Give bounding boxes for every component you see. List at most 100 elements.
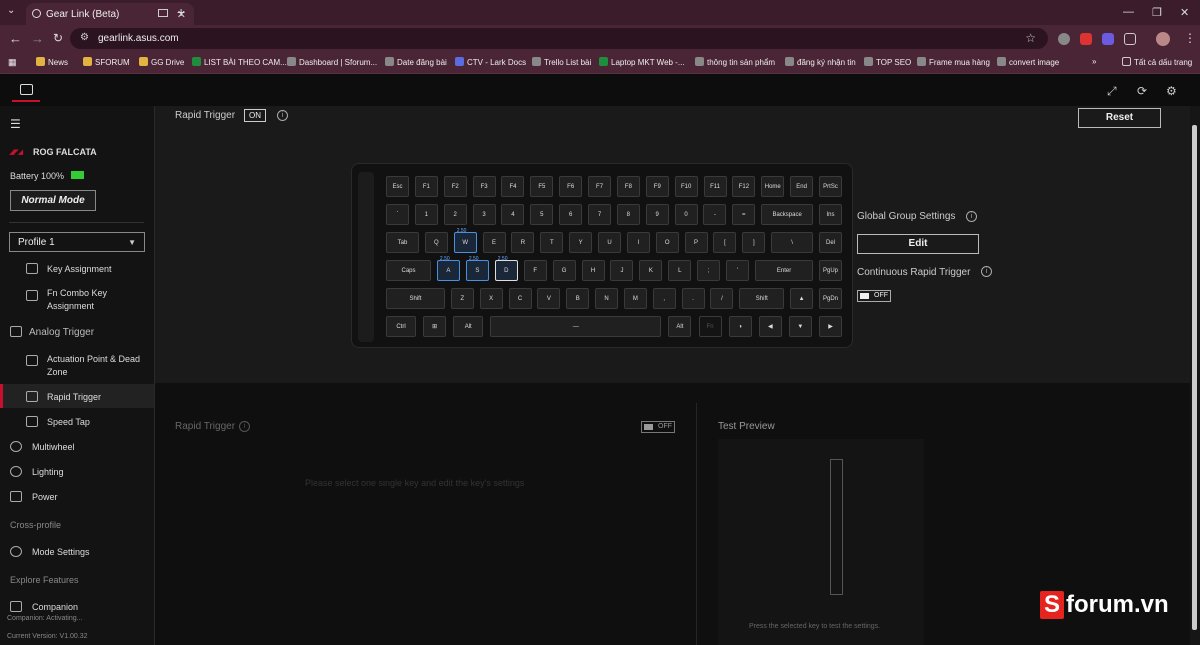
key-2[interactable]: 2 xyxy=(443,204,467,225)
bookmark-item[interactable]: Laptop MKT Web -... xyxy=(599,57,685,67)
info-icon[interactable]: i xyxy=(239,421,250,432)
more-bookmarks-icon[interactable]: » xyxy=(1092,57,1096,66)
bookmark-item[interactable]: CTV - Lark Docs xyxy=(455,57,526,67)
browser-menu-icon[interactable]: ⋮ xyxy=(1184,31,1196,45)
extension-icon[interactable] xyxy=(1102,33,1114,45)
key-enter[interactable]: Enter xyxy=(755,260,814,281)
key-prtsc[interactable]: PrtSc xyxy=(819,176,842,197)
key-alt[interactable]: Alt xyxy=(453,316,484,337)
key-y[interactable]: Y xyxy=(569,232,593,253)
key-v[interactable]: V xyxy=(537,288,561,309)
key-8[interactable]: 8 xyxy=(616,204,640,225)
key-f11[interactable]: F11 xyxy=(703,176,727,197)
key-alt[interactable]: Alt xyxy=(668,316,692,337)
key-[interactable]: ' xyxy=(726,260,750,281)
bookmark-item[interactable]: đăng ký nhận tin xyxy=(785,57,856,67)
key-[interactable]: ▶ xyxy=(819,316,842,337)
key-s[interactable]: 2.50 S xyxy=(465,256,489,281)
key-end[interactable]: End xyxy=(790,176,814,197)
key-[interactable]: ▲ xyxy=(790,288,814,309)
key-1[interactable]: 1 xyxy=(414,204,438,225)
key-f3[interactable]: F3 xyxy=(472,176,496,197)
tab-search-icon[interactable]: ⌄ xyxy=(7,5,15,16)
sidebar-item-speed-tap[interactable]: Speed Tap xyxy=(26,416,90,427)
key-6[interactable]: 6 xyxy=(559,204,583,225)
key-pgup[interactable]: PgUp xyxy=(819,260,842,281)
key-c[interactable]: C xyxy=(508,288,532,309)
bookmark-item[interactable]: TOP SEO xyxy=(864,57,911,67)
key-o[interactable]: O xyxy=(655,232,679,253)
sidebar-item-actuation[interactable]: Actuation Point & Dead Zone xyxy=(26,353,147,379)
continuous-rt-toggle[interactable]: OFF xyxy=(857,290,891,302)
key-i[interactable]: I xyxy=(626,232,650,253)
key-0[interactable]: 0 xyxy=(674,204,698,225)
key-shift[interactable]: Shift xyxy=(739,288,785,309)
key-d[interactable]: 2.50 D xyxy=(494,256,518,281)
key-[interactable]: ] xyxy=(742,232,766,253)
sidebar-item-lighting[interactable]: Lighting xyxy=(10,466,64,477)
key-f[interactable]: F xyxy=(523,260,547,281)
key-x[interactable]: X xyxy=(479,288,503,309)
key-rapid-trigger-toggle[interactable]: OFF xyxy=(641,421,675,433)
key-u[interactable]: U xyxy=(598,232,621,253)
bookmark-item[interactable]: Trello List bài xyxy=(532,57,591,67)
sidebar-item-multiwheel[interactable]: Multiwheel xyxy=(10,441,75,452)
extensions-puzzle-icon[interactable] xyxy=(1124,33,1136,45)
key-f1[interactable]: F1 xyxy=(414,176,438,197)
settings-gear-icon[interactable]: ⚙ xyxy=(1166,84,1177,98)
info-icon[interactable]: i xyxy=(981,266,992,277)
key-[interactable]: — xyxy=(490,316,662,337)
key-3[interactable]: 3 xyxy=(472,204,496,225)
close-window-icon[interactable]: ✕ xyxy=(1180,6,1189,19)
bookmark-item[interactable]: Frame mua hàng xyxy=(917,57,990,67)
tab-media-icon[interactable] xyxy=(158,9,168,17)
apps-grid-icon[interactable]: ▦ xyxy=(8,57,17,68)
sidebar-group-analog-trigger[interactable]: Analog Trigger xyxy=(10,326,94,338)
key-home[interactable]: Home xyxy=(761,176,785,197)
bookmark-star-icon[interactable]: ☆ xyxy=(1025,31,1036,45)
key-n[interactable]: N xyxy=(595,288,619,309)
key-f5[interactable]: F5 xyxy=(530,176,554,197)
info-icon[interactable]: i xyxy=(277,110,288,121)
key-ins[interactable]: Ins xyxy=(819,204,842,225)
key-9[interactable]: 9 xyxy=(645,204,669,225)
fullscreen-icon[interactable]: ⤢ xyxy=(1107,84,1117,99)
key-[interactable]: \ xyxy=(771,232,814,253)
cloud-extension-icon[interactable] xyxy=(1058,33,1070,45)
key-[interactable]: [ xyxy=(713,232,737,253)
sidebar-item-companion[interactable]: Companion xyxy=(10,601,78,612)
key-[interactable]: ◑ xyxy=(728,316,752,337)
all-bookmarks-folder[interactable]: Tất cả dấu trang xyxy=(1122,57,1192,67)
key-[interactable]: ; xyxy=(697,260,721,281)
info-icon[interactable]: i xyxy=(966,211,977,222)
adblock-extension-icon[interactable] xyxy=(1080,33,1092,45)
key-q[interactable]: Q xyxy=(424,232,448,253)
bookmark-item[interactable]: Date đăng bài xyxy=(385,57,447,67)
profile-select[interactable]: Profile 1 ▼ xyxy=(9,232,145,252)
key-7[interactable]: 7 xyxy=(588,204,611,225)
key-m[interactable]: M xyxy=(623,288,647,309)
mode-button[interactable]: Normal Mode xyxy=(10,190,96,211)
rapid-trigger-on-badge[interactable]: ON xyxy=(244,109,266,122)
key-pgdn[interactable]: PgDn xyxy=(819,288,842,309)
key-h[interactable]: H xyxy=(581,260,605,281)
maximize-icon[interactable]: ❐ xyxy=(1152,6,1162,19)
key-k[interactable]: K xyxy=(639,260,663,281)
key-[interactable]: ◀ xyxy=(758,316,782,337)
key-f2[interactable]: F2 xyxy=(443,176,467,197)
key-f8[interactable]: F8 xyxy=(616,176,640,197)
key-f6[interactable]: F6 xyxy=(559,176,583,197)
key-f4[interactable]: F4 xyxy=(501,176,525,197)
reset-button[interactable]: Reset xyxy=(1078,108,1161,128)
key-f7[interactable]: F7 xyxy=(588,176,612,197)
sidebar-item-power[interactable]: Power xyxy=(10,491,58,502)
key-tab[interactable]: Tab xyxy=(386,232,419,253)
bookmark-item[interactable]: SFORUM xyxy=(83,57,130,67)
forward-icon[interactable]: → xyxy=(31,31,44,46)
back-icon[interactable]: ← xyxy=(9,31,22,46)
key-[interactable]: . xyxy=(681,288,705,309)
bookmark-item[interactable]: Dashboard | Sforum... xyxy=(287,57,377,67)
key-f9[interactable]: F9 xyxy=(645,176,669,197)
key-[interactable]: ▼ xyxy=(788,316,812,337)
bookmark-item[interactable]: GG Drive xyxy=(139,57,184,67)
